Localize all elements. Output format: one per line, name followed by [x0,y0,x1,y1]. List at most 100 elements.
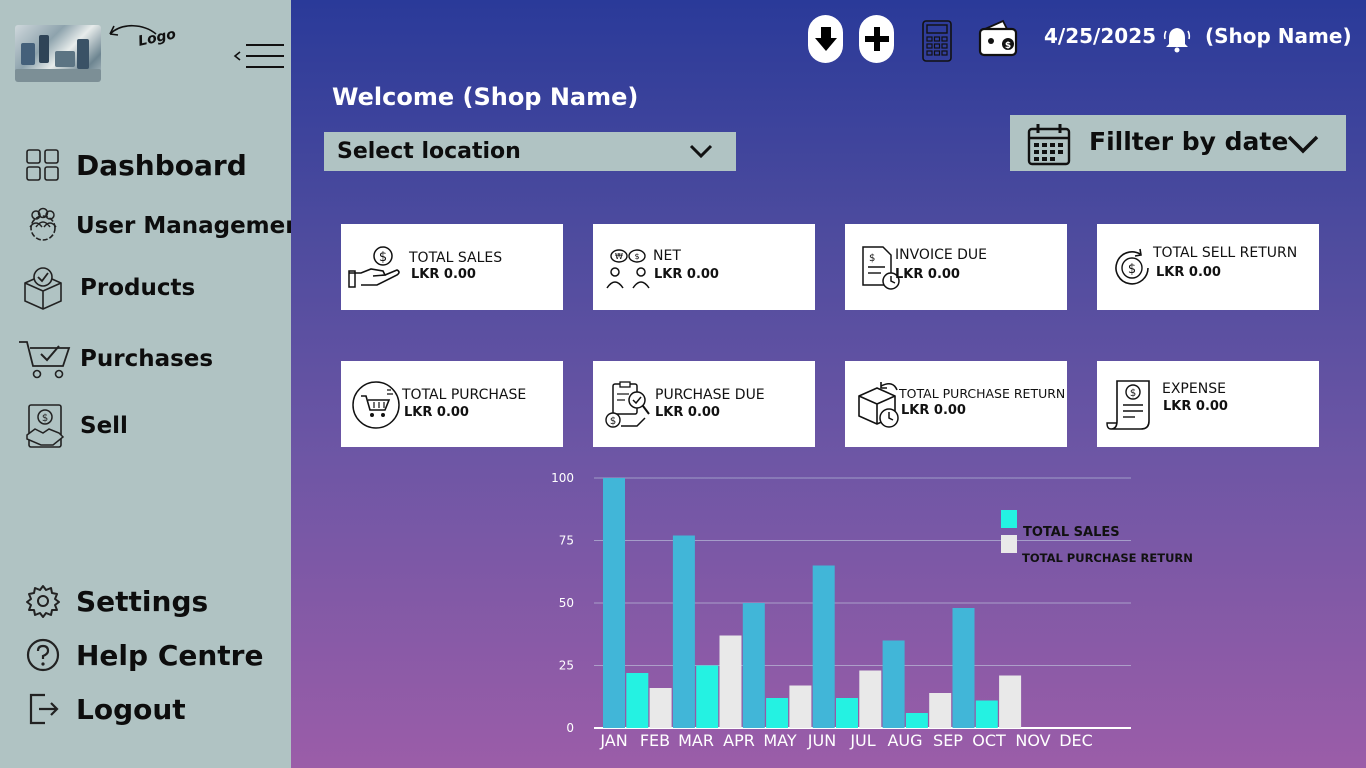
svg-text:$: $ [634,252,639,261]
x-tick-label: OCT [972,731,1006,750]
stat-card-net[interactable]: ₩ $ NET LKR 0.00 [593,224,815,310]
x-tick-label: FEB [640,731,670,750]
sidebar-item-help-centre[interactable]: Help Centre [20,632,263,678]
chart-bar [905,713,928,728]
plus-icon [864,27,889,51]
current-date: 4/25/2025 [1044,24,1157,48]
card-title: TOTAL PURCHASE RETURN [899,386,1066,401]
legend-swatch-total-purchase-return [1001,535,1017,553]
menu-collapse-icon[interactable] [232,41,286,71]
y-tick-label: 25 [559,659,574,673]
chart-bar [649,688,672,728]
chevron-down-icon [689,144,713,159]
stat-card-total-sales[interactable]: $ TOTAL SALES LKR 0.00 [341,224,563,310]
chart-bar [719,635,742,728]
x-tick-label: NOV [1015,731,1050,750]
sales-chart: 0 25 50 75 100 JAN FEB MAR APR MAY JUN JUL AUG SEP OCT… [536,460,1256,760]
shop-name-menu[interactable]: (Shop Name) [1205,24,1352,48]
bell-icon[interactable] [1163,25,1191,53]
add-button[interactable] [859,15,894,63]
x-tick-label: DEC [1059,731,1093,750]
wallet-icon[interactable]: $ [977,17,1019,59]
sidebar-item-user-management[interactable]: User Management [20,203,313,249]
svg-text:$: $ [610,416,616,427]
card-value: LKR 0.00 [901,403,966,418]
svg-text:₩: ₩ [615,252,623,261]
legend-label: TOTAL SALES [1023,525,1120,540]
svg-text:$: $ [1128,262,1136,277]
stat-card-total-purchase-return[interactable]: TOTAL PURCHASE RETURN LKR 0.00 [845,361,1067,447]
location-select[interactable]: Select location [324,132,736,171]
sidebar-item-settings[interactable]: Settings [20,578,208,624]
logo-image[interactable] [15,25,101,82]
sidebar-item-label: User Management [76,213,313,239]
chart-bar [952,608,975,728]
card-value: LKR 0.00 [411,267,476,282]
sidebar-item-label: Sell [80,413,128,439]
x-tick-label: JUN [807,731,836,750]
date-filter-dropdown[interactable]: Fillter by date [1010,115,1346,171]
card-value: LKR 0.00 [1163,399,1228,414]
sidebar-item-dashboard[interactable]: Dashboard [20,142,247,188]
chart-bar [859,670,882,728]
card-value: LKR 0.00 [655,405,720,420]
sidebar-item-sell[interactable]: $ Sell [22,403,128,449]
chart-bar [789,685,812,728]
stat-card-expense[interactable]: $ EXPENSE LKR 0.00 [1097,361,1319,447]
svg-text:$: $ [869,253,875,264]
cart-icon [347,379,405,431]
chevron-down-icon [1287,135,1319,154]
sidebar-item-label: Help Centre [76,638,264,672]
x-tick-label: JUL [849,731,875,750]
card-title: TOTAL SELL RETURN [1153,245,1298,261]
x-tick-label: APR [723,731,755,750]
chart-bar [626,673,649,728]
stat-card-total-sell-return[interactable]: $ TOTAL SELL RETURN LKR 0.00 [1097,224,1319,310]
chart-bar [696,665,719,728]
box-check-icon [20,265,66,311]
chart-bar [603,478,625,728]
calendar-icon [1027,124,1071,166]
legend-label: TOTAL PURCHASE RETURN [1022,551,1193,565]
sidebar-item-label: Settings [76,584,209,618]
x-tick-label: AUG [887,731,922,750]
calculator-icon[interactable] [921,19,953,63]
sidebar-item-label: Dashboard [76,148,247,182]
card-value: LKR 0.00 [1156,265,1221,280]
x-tick-label: MAY [763,731,797,750]
y-tick-label: 50 [559,596,574,610]
svg-text:$: $ [42,413,48,424]
logout-icon [20,686,66,732]
card-title: PURCHASE DUE [655,387,765,403]
sidebar-item-logout[interactable]: Logout [20,686,186,732]
card-title: INVOICE DUE [895,247,988,263]
card-value: LKR 0.00 [895,267,960,282]
card-title: TOTAL PURCHASE [402,387,527,403]
sidebar-item-products[interactable]: Products [20,265,195,311]
y-tick-label: 100 [551,471,574,485]
stat-card-total-purchase[interactable]: TOTAL PURCHASE LKR 0.00 [341,361,563,447]
download-button[interactable] [808,15,843,63]
receipt-icon: $ [1103,379,1161,431]
exchange-icon: ₩ $ [599,242,657,294]
card-value: LKR 0.00 [654,267,719,282]
card-title: TOTAL SALES [409,250,503,266]
y-tick-label: 75 [559,534,574,548]
question-circle-icon [20,632,66,678]
svg-text:$: $ [1130,388,1136,399]
card-value: LKR 0.00 [404,405,469,420]
chart-bar [836,698,858,728]
chart-svg: 0 25 50 75 100 JAN FEB MAR APR MAY JUN JUL AUG SEP OCT… [551,471,1193,750]
stat-card-invoice-due[interactable]: $ INVOICE DUE LKR 0.00 [845,224,1067,310]
sidebar: Logo Dashboard User Management Products … [0,0,313,768]
sidebar-item-purchases[interactable]: Purchases [16,336,213,382]
svg-text:$: $ [379,250,387,265]
chart-bar [812,565,835,728]
date-filter-label: Fillter by date [1089,127,1289,156]
chart-bar [742,603,765,728]
gear-icon [20,578,66,624]
chart-bar [882,640,905,728]
stat-card-purchase-due[interactable]: $ PURCHASE DUE LKR 0.00 [593,361,815,447]
handshake-dollar-icon: $ [22,403,68,449]
location-select-value: Select location [337,139,521,164]
